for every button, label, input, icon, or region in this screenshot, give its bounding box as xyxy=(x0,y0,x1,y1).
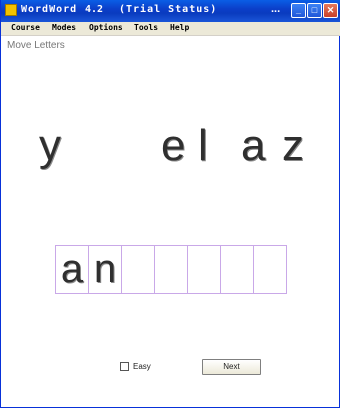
menu-help[interactable]: Help xyxy=(170,23,189,32)
title-bar[interactable]: WordWord 4.2 (Trial Status) ... _ □ ✕ xyxy=(1,0,340,22)
menu-modes[interactable]: Modes xyxy=(52,23,76,32)
app-window: WordWord 4.2 (Trial Status) ... _ □ ✕ Co… xyxy=(0,0,340,408)
answer-slot[interactable] xyxy=(187,245,221,294)
maximize-icon: □ xyxy=(311,5,318,15)
answer-slot[interactable] xyxy=(220,245,254,294)
menu-tools[interactable]: Tools xyxy=(134,23,158,32)
answer-slot[interactable] xyxy=(154,245,188,294)
answer-slots: a n xyxy=(55,245,287,294)
answer-slot[interactable]: a xyxy=(55,245,89,294)
easy-option[interactable]: Easy xyxy=(120,362,151,371)
answer-slot[interactable]: n xyxy=(88,245,122,294)
maximize-button[interactable]: □ xyxy=(307,3,322,18)
answer-slot[interactable] xyxy=(253,245,287,294)
close-button[interactable]: ✕ xyxy=(323,3,338,18)
close-icon: ✕ xyxy=(326,5,335,15)
easy-checkbox[interactable] xyxy=(120,362,129,371)
letter-tile[interactable]: a xyxy=(241,121,265,171)
menu-bar: Course Modes Options Tools Help xyxy=(1,22,340,36)
letter-tile[interactable]: l xyxy=(198,121,208,171)
minimize-button[interactable]: _ xyxy=(291,3,306,18)
minimize-icon: _ xyxy=(295,5,301,15)
letter-tile[interactable]: e xyxy=(161,121,185,171)
app-title: WordWord xyxy=(21,4,78,15)
page-title: Move Letters xyxy=(7,40,65,51)
app-icon xyxy=(5,4,17,16)
letter-tile[interactable]: z xyxy=(282,121,304,171)
letter-tile[interactable]: y xyxy=(39,121,61,171)
answer-slot[interactable] xyxy=(121,245,155,294)
trial-status: (Trial Status) xyxy=(119,4,218,15)
title-dots: ... xyxy=(271,3,281,15)
menu-options[interactable]: Options xyxy=(89,23,123,32)
next-button[interactable]: Next xyxy=(202,359,261,375)
easy-label: Easy xyxy=(133,362,151,371)
app-version: 4.2 xyxy=(85,4,104,15)
menu-course[interactable]: Course xyxy=(11,23,40,32)
